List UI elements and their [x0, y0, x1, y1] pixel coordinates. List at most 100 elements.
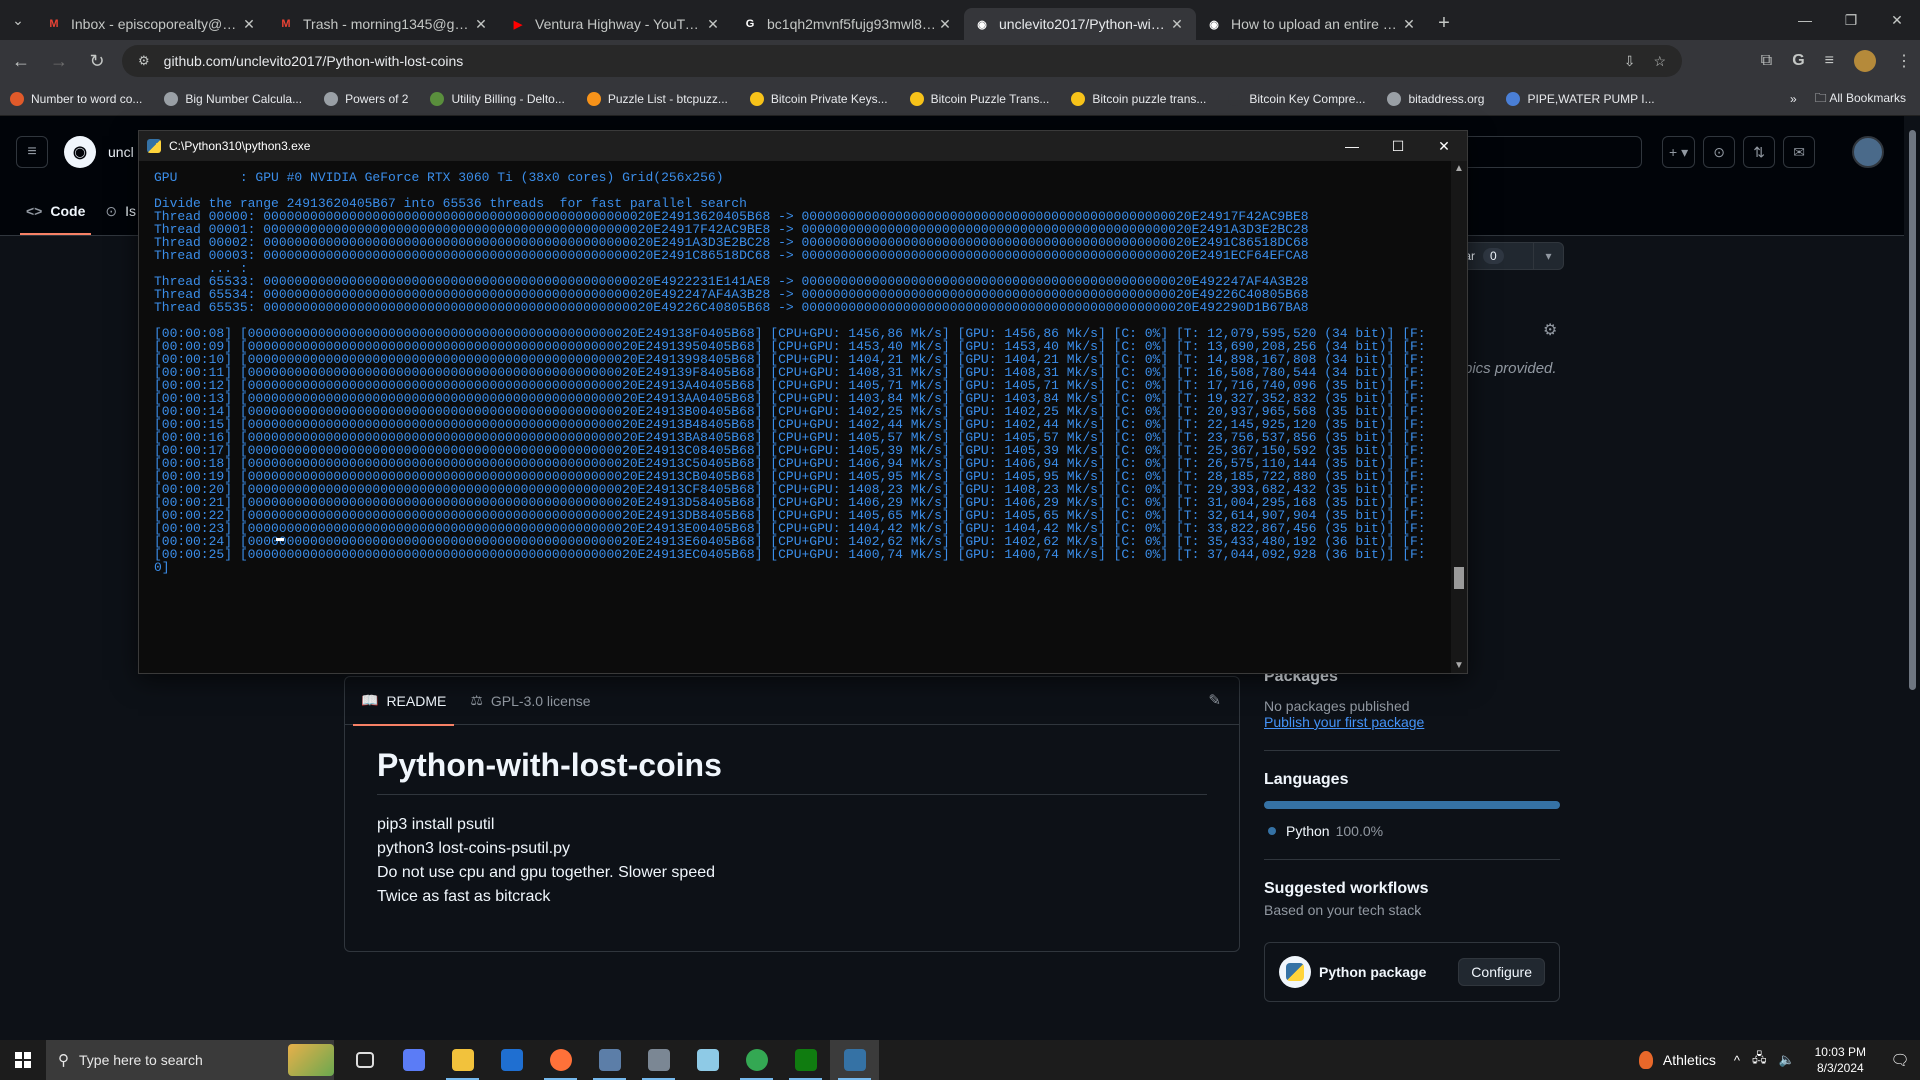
create-new-icon[interactable]: + ▾	[1662, 136, 1696, 168]
restore-icon[interactable]: ❐	[1828, 0, 1874, 40]
chevron-down-icon[interactable]: ▾	[1533, 242, 1563, 270]
bookmark-item[interactable]: Bitcoin Key Compre...	[1228, 91, 1365, 106]
task-view-icon[interactable]	[340, 1040, 389, 1080]
bookmark-item[interactable]: Puzzle List - btcpuzz...	[586, 91, 728, 106]
new-tab-button[interactable]: +	[1428, 12, 1460, 35]
network-app-icon[interactable]	[634, 1040, 683, 1080]
address-bar[interactable]: ⚙ github.com/unclevito2017/Python-with-l…	[122, 45, 1682, 77]
close-icon[interactable]: ✕	[1874, 0, 1920, 40]
notifications-icon[interactable]: 🗨	[1880, 1051, 1920, 1069]
tab-license[interactable]: ⚖ GPL-3.0 license	[462, 677, 598, 725]
app-glyph	[745, 1049, 768, 1071]
console-output[interactable]: GPU : GPU #0 NVIDIA GeForce RTX 3060 Ti …	[139, 161, 1451, 673]
maximize-icon[interactable]: ☐	[1375, 131, 1421, 161]
extensions-icon[interactable]: ⧉	[1761, 52, 1772, 70]
start-button[interactable]	[0, 1040, 46, 1080]
user-avatar[interactable]	[1852, 136, 1884, 168]
search-highlight-image[interactable]	[288, 1044, 334, 1076]
divider	[1264, 750, 1560, 751]
scrollbar-thumb[interactable]	[1909, 130, 1916, 690]
minimize-icon[interactable]: —	[1329, 131, 1375, 161]
network-app-icon[interactable]	[585, 1040, 634, 1080]
menu-icon[interactable]: ⋮	[1896, 51, 1912, 71]
hamburger-menu-icon[interactable]: ≡	[16, 136, 48, 168]
weather-widget[interactable]: Athletics	[1638, 1051, 1716, 1069]
edit-pencil-icon[interactable]: ✎	[1208, 691, 1221, 709]
bookmark-item[interactable]: PIPE,WATER PUMP I...	[1506, 91, 1655, 106]
clock[interactable]: 10:03 PM 8/3/2024	[1815, 1044, 1866, 1076]
tab-readme-label: README	[386, 692, 447, 709]
install-app-icon[interactable]: ⇩	[1624, 53, 1636, 70]
site-info-icon[interactable]: ⚙	[138, 53, 150, 69]
bookmark-star-icon[interactable]: ☆	[1653, 53, 1666, 70]
bookmark-item[interactable]: bitaddress.org	[1387, 91, 1484, 106]
address-url[interactable]: github.com/unclevito2017/Python-with-los…	[164, 53, 464, 69]
configure-button[interactable]: Configure	[1458, 958, 1545, 986]
python-icon[interactable]	[830, 1040, 879, 1080]
bookmark-item[interactable]: Bitcoin Puzzle Trans...	[909, 91, 1049, 106]
close-tab-icon[interactable]: ✕	[240, 16, 258, 33]
chrome-icon[interactable]	[732, 1040, 781, 1080]
bookmark-item[interactable]: Utility Billing - Delto...	[430, 91, 565, 106]
inbox-icon[interactable]: ✉	[1783, 136, 1816, 168]
more-bookmarks-icon[interactable]: »	[1790, 92, 1797, 106]
store-icon[interactable]	[487, 1040, 536, 1080]
file-explorer-icon[interactable]	[438, 1040, 487, 1080]
reading-list-icon[interactable]: ≡	[1825, 52, 1834, 70]
close-tab-icon[interactable]: ✕	[704, 16, 722, 33]
publish-package-link[interactable]: Publish your first package	[1264, 714, 1560, 730]
star-button[interactable]: tar 0 ▾	[1452, 242, 1564, 270]
github-search-input[interactable]	[1460, 136, 1642, 168]
github-logo-icon[interactable]: ◉	[64, 136, 96, 168]
bookmark-item[interactable]: Bitcoin puzzle trans...	[1071, 91, 1206, 106]
browser-tab[interactable]: ▶ Ventura Highway - YouTube ✕	[500, 8, 732, 40]
page-scrollbar[interactable]	[1904, 116, 1920, 1040]
notepad-icon[interactable]	[683, 1040, 732, 1080]
bookmark-item[interactable]: Number to word co...	[10, 91, 142, 106]
console-titlebar[interactable]: C:\Python310\python3.exe — ☐ ✕	[139, 131, 1467, 161]
bookmark-item[interactable]: Big Number Calcula...	[164, 91, 302, 106]
language-python[interactable]: Python 100.0%	[1264, 823, 1560, 839]
close-tab-icon[interactable]: ✕	[1400, 16, 1418, 33]
network-icon[interactable]: 🖧	[1752, 1049, 1767, 1071]
browser-tab[interactable]: ◉ How to upload an entire folder ✕	[1196, 8, 1428, 40]
profile-avatar[interactable]	[1854, 50, 1876, 72]
close-tab-icon[interactable]: ✕	[1168, 16, 1186, 33]
back-icon[interactable]: ←	[4, 44, 38, 78]
close-icon[interactable]: ✕	[1421, 131, 1467, 161]
browser-tab[interactable]: Gbc1qh2mvnf5fujg93mwl8pe68 ✕	[732, 8, 964, 40]
scroll-down-icon[interactable]: ▼	[1454, 660, 1464, 671]
tab-code[interactable]: <> Code	[16, 187, 95, 235]
bookmark-item[interactable]: Bitcoin Private Keys...	[749, 91, 888, 106]
tab-search-icon[interactable]: ⌄	[0, 0, 36, 40]
forward-icon[interactable]: →	[42, 44, 76, 78]
issues-icon[interactable]: ⊙	[1703, 136, 1736, 168]
copilot-icon[interactable]	[389, 1040, 438, 1080]
chevron-up-icon[interactable]: ^	[1734, 1053, 1740, 1068]
minimize-icon[interactable]: —	[1782, 0, 1828, 40]
scroll-up-icon[interactable]: ▲	[1454, 163, 1464, 174]
pull-requests-icon[interactable]: ⇅	[1743, 136, 1776, 168]
volume-icon[interactable]: 🔈	[1778, 1052, 1794, 1068]
firefox-icon[interactable]	[536, 1040, 585, 1080]
scrollbar-thumb[interactable]	[1454, 567, 1464, 589]
taskbar-search[interactable]: ⚲ Type here to search	[46, 1040, 334, 1080]
console-scrollbar[interactable]: ▲ ▼	[1451, 161, 1467, 673]
google-icon[interactable]: G	[1792, 52, 1804, 70]
tab-title: How to upload an entire folder	[1231, 16, 1400, 32]
close-tab-icon[interactable]: ✕	[472, 16, 490, 33]
law-icon: ⚖	[470, 692, 483, 708]
xbox-icon[interactable]	[781, 1040, 830, 1080]
repo-breadcrumb[interactable]: uncl	[108, 144, 134, 160]
browser-tab[interactable]: M Inbox - episcoporealty@gmail.c✕	[36, 8, 268, 40]
weather-icon	[1638, 1051, 1653, 1069]
browser-tab[interactable]: M Trash - morning1345@gmail.co✕	[268, 8, 500, 40]
close-tab-icon[interactable]: ✕	[936, 16, 954, 33]
about-settings-gear-icon[interactable]: ⚙	[1543, 320, 1557, 340]
reload-icon[interactable]: ↻	[80, 44, 114, 78]
tab-readme[interactable]: 📖 README	[353, 677, 455, 726]
bookmark-item[interactable]: Powers of 2	[324, 91, 408, 106]
browser-tab[interactable]: ◉ unclevito2017/Python-with-lost✕	[964, 8, 1196, 40]
python-console-window[interactable]: C:\Python310\python3.exe — ☐ ✕ GPU : GPU…	[138, 130, 1468, 674]
all-bookmarks[interactable]: 🗀 All Bookmarks	[1815, 89, 1906, 110]
